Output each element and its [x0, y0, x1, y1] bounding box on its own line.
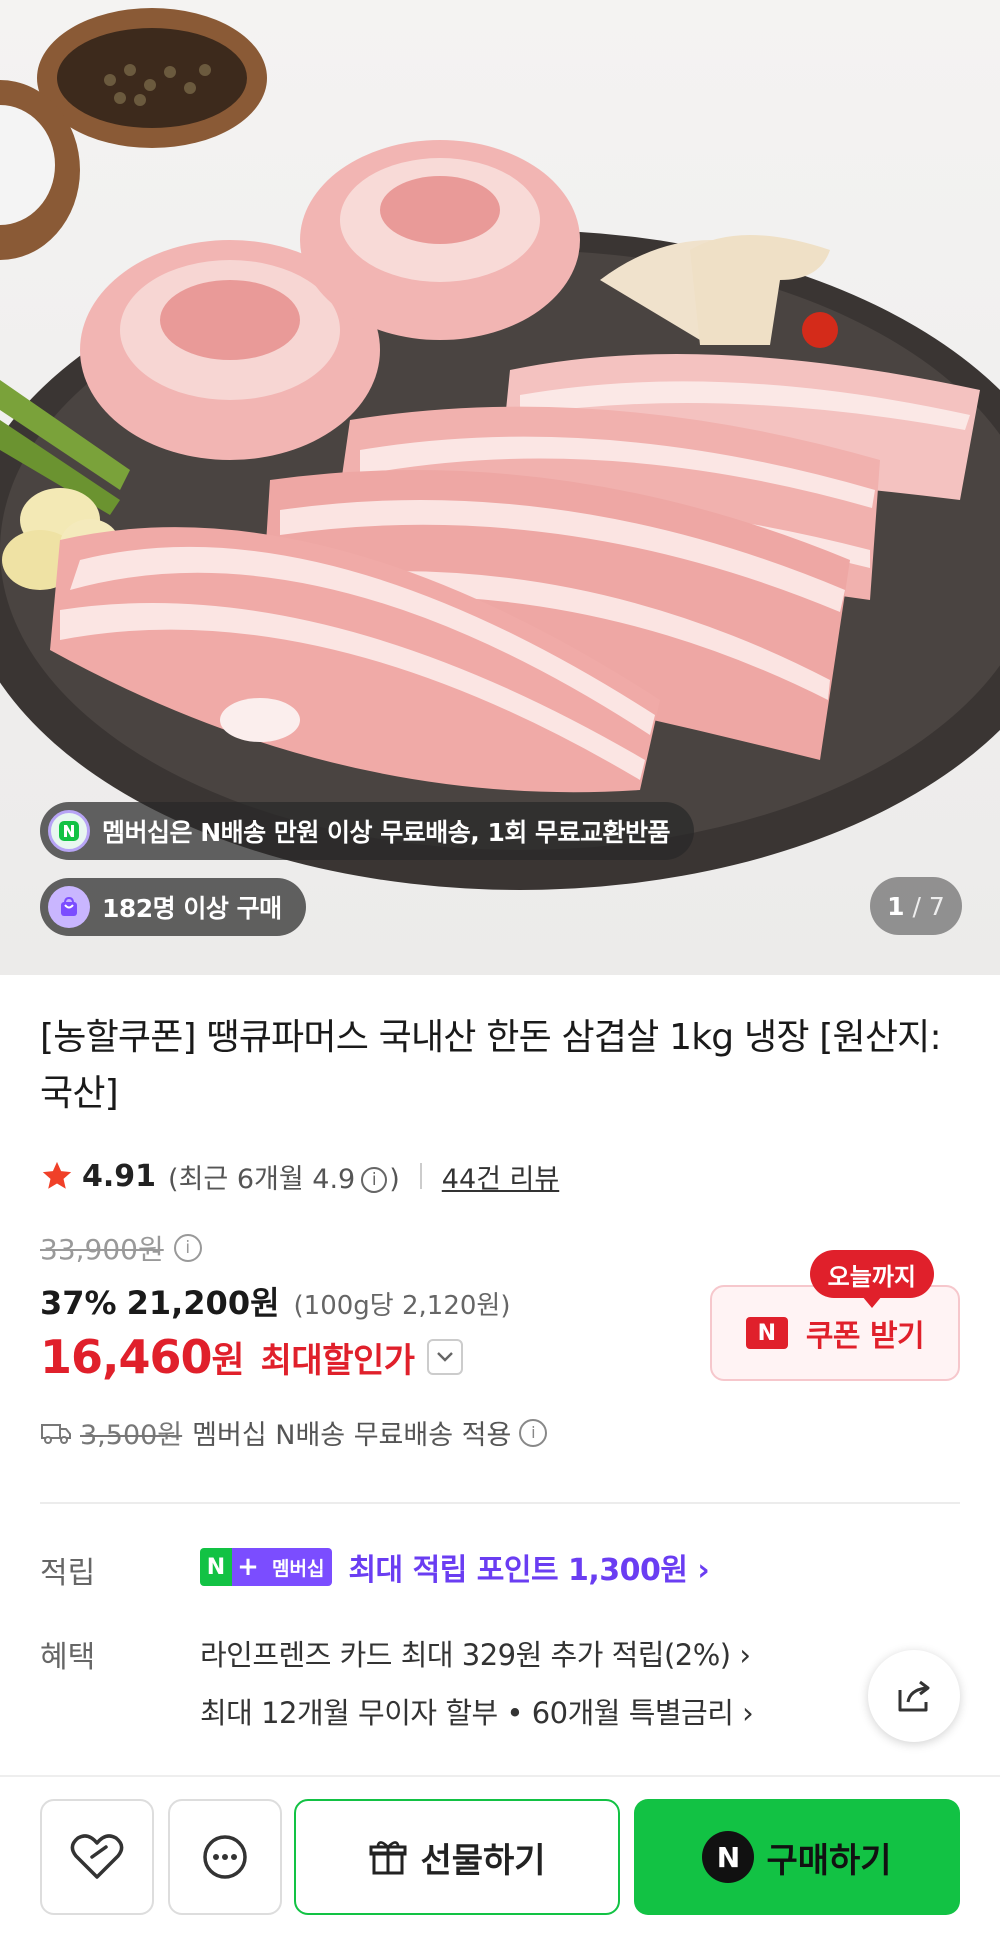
badge-plus: +: [232, 1548, 264, 1586]
star-icon: [42, 1161, 72, 1189]
recent-rating-suffix: ): [389, 1163, 400, 1195]
bottom-action-bar: 선물하기 N 구매하기: [0, 1775, 1000, 1940]
recent-rating-prefix: (최근 6개월 4.9: [168, 1163, 356, 1195]
purchase-count-pill: 182명 이상 구매: [40, 878, 306, 936]
product-image-carousel[interactable]: 멤버십은 N배송 만원 이상 무료배송, 1회 무료교환반품 182명 이상 구…: [0, 0, 1000, 975]
installment-benefit-link[interactable]: 최대 12개월 무이자 할부 • 60개월 특별금리 ›: [200, 1690, 754, 1732]
gift-icon: [369, 1841, 407, 1875]
reviews-link[interactable]: 44건 리뷰: [442, 1157, 559, 1196]
max-discount-price-row[interactable]: 16,460 원 최대할인가: [40, 1330, 463, 1384]
original-price-row: 33,900원 i: [40, 1228, 202, 1268]
buy-button[interactable]: N 구매하기: [634, 1799, 960, 1915]
card-benefit-link[interactable]: 라인프렌즈 카드 최대 329원 추가 적립(2%) ›: [200, 1632, 751, 1674]
rating-row: 4.91 (최근 6개월 4.9 i) 44건 리뷰: [40, 1152, 559, 1200]
counter-total: / 7: [912, 891, 945, 921]
info-icon[interactable]: i: [361, 1167, 388, 1193]
max-discount-price-unit: 원: [211, 1340, 245, 1381]
discount-percent: 37%: [40, 1284, 117, 1322]
section-divider: [40, 1502, 960, 1504]
chevron-down-icon[interactable]: [426, 1339, 463, 1375]
until-today-tag: 오늘까지: [809, 1250, 934, 1308]
heart-icon: [70, 1834, 124, 1879]
shipping-text: 멤버십 N배송 무료배송 적용: [192, 1420, 512, 1451]
share-icon: [898, 1680, 930, 1712]
benefits-label: 혜택: [40, 1640, 96, 1675]
naver-plus-membership-badge: N + 멤버십: [200, 1548, 333, 1586]
counter-current: 1: [887, 891, 905, 921]
gift-label: 선물하기: [420, 1840, 546, 1881]
gift-button[interactable]: 선물하기: [294, 1799, 620, 1915]
chat-bubble-icon: [203, 1835, 247, 1879]
max-discount-price: 16,460: [40, 1330, 213, 1384]
badge-membership: 멤버십: [264, 1548, 333, 1586]
original-price: 33,900원: [40, 1233, 164, 1266]
naver-membership-icon: [48, 810, 90, 852]
recent-rating: (최근 6개월 4.9 i): [168, 1157, 400, 1196]
sale-price-row: 37% 21,200원 (100g당 2,120원): [40, 1278, 511, 1324]
membership-benefit-text: 멤버십은 N배송 만원 이상 무료배송, 1회 무료교환반품: [102, 818, 671, 847]
naver-pay-n-icon: N: [702, 1831, 755, 1883]
shipping-info-icon[interactable]: i: [519, 1418, 548, 1447]
product-title: [농할쿠폰] 땡큐파머스 국내산 한돈 삼겹살 1kg 냉장 [원산지:국산]: [40, 1017, 942, 1114]
get-coupon-label: 쿠폰 받기: [805, 1319, 925, 1354]
purchase-count-text: 182명 이상 구매: [102, 894, 282, 923]
points-row[interactable]: N + 멤버십 최대 적립 포인트 1,300원 ›: [200, 1545, 710, 1589]
divider: [419, 1163, 422, 1189]
naver-n-icon: N: [745, 1317, 788, 1349]
badge-n: N: [200, 1548, 232, 1586]
points-label: 적립: [40, 1556, 96, 1591]
price-info-icon[interactable]: i: [173, 1234, 202, 1262]
image-page-counter: 1 / 7: [870, 877, 962, 935]
unit-price: (100g당 2,120원): [293, 1291, 511, 1321]
original-shipping-fee: 3,500원: [80, 1420, 183, 1451]
get-coupon-button[interactable]: N 쿠폰 받기: [710, 1285, 960, 1381]
share-button[interactable]: [868, 1650, 960, 1742]
buy-label: 구매하기: [766, 1840, 892, 1881]
shipping-row: 3,500원 멤버십 N배송 무료배송 적용 i: [40, 1413, 548, 1452]
rating-score: 4.91: [82, 1158, 157, 1194]
talktalk-button[interactable]: [168, 1799, 282, 1915]
membership-benefit-pill: 멤버십은 N배송 만원 이상 무료배송, 1회 무료교환반품: [40, 802, 695, 860]
truck-icon: [41, 1423, 71, 1444]
shopping-bag-icon: [48, 886, 90, 928]
max-discount-label: 최대할인가: [260, 1340, 415, 1381]
max-points-text: 최대 적립 포인트 1,300원 ›: [348, 1553, 710, 1588]
wishlist-button[interactable]: [40, 1799, 154, 1915]
sale-price: 21,200원: [126, 1284, 280, 1322]
